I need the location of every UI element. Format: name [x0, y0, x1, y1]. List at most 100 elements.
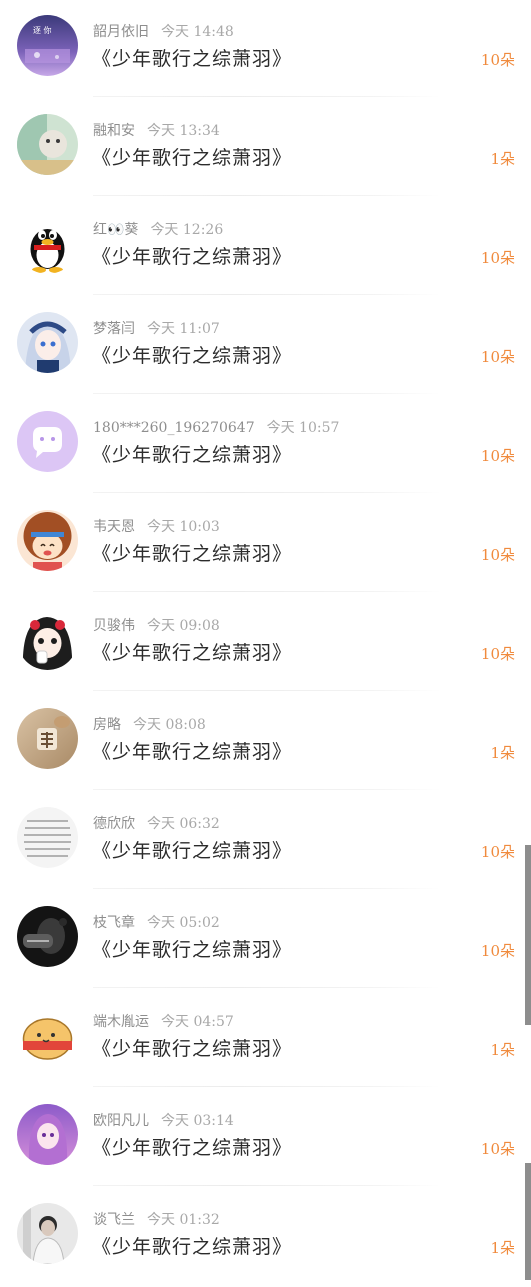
list-item[interactable]: 融和安 今天 13:34 《少年歌行之综萧羽》 1朵 [0, 99, 531, 198]
default-chat-avatar[interactable] [17, 411, 78, 472]
list-item[interactable]: 房略 今天 08:08 《少年歌行之综萧羽》 1朵 [0, 693, 531, 792]
flower-count: 1朵 [490, 744, 515, 762]
book-title[interactable]: 《少年歌行之综萧羽》 [92, 1134, 292, 1162]
list-item[interactable]: 谈飞兰 今天 01:32 《少年歌行之综萧羽》 1朵 [0, 1188, 531, 1287]
flower-count: 1朵 [490, 1239, 515, 1257]
penguin-avatar[interactable] [17, 213, 78, 274]
svg-text:逐 你: 逐 你 [33, 25, 52, 35]
list-item[interactable]: 梦落闫 今天 11:07 《少年歌行之综萧羽》 10朵 [0, 297, 531, 396]
timestamp: 今天 04:57 [161, 1014, 234, 1030]
flower-count: 10朵 [480, 942, 515, 960]
timestamp: 今天 05:02 [147, 915, 220, 931]
book-title[interactable]: 《少年歌行之综萧羽》 [92, 342, 292, 370]
cartoon-girl-avatar[interactable] [17, 510, 78, 571]
book-title[interactable]: 《少年歌行之综萧羽》 [92, 1233, 292, 1261]
flower-count: 10朵 [480, 348, 515, 366]
divider [93, 789, 441, 790]
anime-girl-avatar[interactable] [17, 312, 78, 373]
scrollbar-thumb[interactable] [525, 845, 531, 1025]
book-title[interactable]: 《少年歌行之综萧羽》 [92, 639, 292, 667]
list-item[interactable]: 端木胤运 今天 04:57 《少年歌行之综萧羽》 1朵 [0, 990, 531, 1089]
list-item[interactable]: 德欣欣 今天 06:32 《少年歌行之综萧羽》 10朵 [0, 792, 531, 891]
username[interactable]: 欧阳凡儿 [93, 1113, 149, 1129]
book-title[interactable]: 《少年歌行之综萧羽》 [92, 540, 292, 568]
book-title[interactable]: 《少年歌行之综萧羽》 [92, 1035, 292, 1063]
username[interactable]: 180***260_196270647 [93, 420, 255, 436]
flower-count: 10朵 [480, 51, 515, 69]
book-title[interactable]: 《少年歌行之综萧羽》 [92, 837, 292, 865]
divider [93, 294, 441, 295]
dark-photo-avatar[interactable] [17, 906, 78, 967]
cat-photo-avatar[interactable] [17, 114, 78, 175]
gift-record-list: 逐 你 韶月依旧 今天 14:48 《少年歌行之综萧羽》 10朵 融和安 今天 13… [0, 0, 531, 1280]
username[interactable]: 房略 [93, 717, 121, 733]
item-meta: 贝骏伟 今天 09:08 [93, 616, 220, 636]
book-title[interactable]: 《少年歌行之综萧羽》 [92, 738, 292, 766]
list-item[interactable]: 180***260_196270647 今天 10:57 《少年歌行之综萧羽》 1… [0, 396, 531, 495]
timestamp: 今天 12:26 [150, 222, 224, 238]
flower-count: 10朵 [480, 546, 515, 564]
divider [93, 96, 441, 97]
timestamp: 今天 14:48 [161, 24, 234, 40]
divider [93, 690, 441, 691]
divider [93, 987, 441, 988]
list-item[interactable]: 贝骏伟 今天 09:08 《少年歌行之综萧羽》 10朵 [0, 594, 531, 693]
flower-count: 10朵 [480, 1140, 515, 1158]
timestamp: 今天 08:08 [133, 717, 206, 733]
book-title[interactable]: 《少年歌行之综萧羽》 [92, 936, 292, 964]
anime-purple-avatar[interactable] [17, 1104, 78, 1165]
username[interactable]: 枝飞章 [93, 915, 135, 931]
timestamp: 今天 13:34 [147, 123, 220, 139]
text-image-avatar[interactable] [17, 807, 78, 868]
list-item[interactable]: 韦天恩 今天 10:03 《少年歌行之综萧羽》 10朵 [0, 495, 531, 594]
username[interactable]: 贝骏伟 [93, 618, 135, 634]
book-title[interactable]: 《少年歌行之综萧羽》 [92, 144, 292, 172]
flower-count: 1朵 [490, 150, 515, 168]
username[interactable]: 韦天恩 [93, 519, 135, 535]
book-title[interactable]: 《少年歌行之综萧羽》 [92, 243, 292, 271]
divider [93, 1185, 441, 1186]
cartoon-bun-avatar[interactable] [17, 1005, 78, 1066]
timestamp: 今天 09:08 [147, 618, 220, 634]
item-meta: 德欣欣 今天 06:32 [93, 814, 220, 834]
item-meta: 红👀葵 今天 12:26 [93, 220, 223, 240]
list-item[interactable]: 枝飞章 今天 05:02 《少年歌行之综萧羽》 10朵 [0, 891, 531, 990]
timestamp: 今天 06:32 [147, 816, 220, 832]
username[interactable]: 梦落闫 [93, 321, 135, 337]
photo-avatar[interactable] [17, 708, 78, 769]
book-title[interactable]: 《少年歌行之综萧羽》 [92, 45, 292, 73]
username[interactable]: 融和安 [93, 123, 135, 139]
item-meta: 180***260_196270647 今天 10:57 [93, 418, 339, 438]
item-meta: 梦落闫 今天 11:07 [93, 319, 220, 339]
timestamp: 今天 10:57 [266, 420, 340, 436]
username[interactable]: 韶月依旧 [93, 24, 149, 40]
timestamp: 今天 10:03 [147, 519, 220, 535]
list-item[interactable]: 欧阳凡儿 今天 03:14 《少年歌行之综萧羽》 10朵 [0, 1089, 531, 1188]
timestamp: 今天 11:07 [147, 321, 220, 337]
flower-count: 10朵 [480, 843, 515, 861]
item-meta: 谈飞兰 今天 01:32 [93, 1210, 220, 1230]
flower-count: 10朵 [480, 645, 515, 663]
username[interactable]: 端木胤运 [93, 1014, 149, 1030]
divider [93, 195, 441, 196]
book-title[interactable]: 《少年歌行之综萧羽》 [92, 441, 292, 469]
scrollbar-thumb[interactable] [525, 1163, 531, 1280]
item-meta: 韶月依旧 今天 14:48 [93, 22, 234, 42]
item-meta: 韦天恩 今天 10:03 [93, 517, 220, 537]
timestamp: 今天 03:14 [161, 1113, 234, 1129]
cartoon-kid-avatar[interactable] [17, 609, 78, 670]
divider [93, 393, 441, 394]
username[interactable]: 德欣欣 [93, 816, 135, 832]
timestamp: 今天 01:32 [147, 1212, 220, 1228]
item-meta: 房略 今天 08:08 [93, 715, 206, 735]
list-item[interactable]: 红👀葵 今天 12:26 《少年歌行之综萧羽》 10朵 [0, 198, 531, 297]
divider [93, 492, 441, 493]
item-meta: 欧阳凡儿 今天 03:14 [93, 1111, 234, 1131]
item-meta: 端木胤运 今天 04:57 [93, 1012, 234, 1032]
username[interactable]: 谈飞兰 [93, 1212, 135, 1228]
item-meta: 融和安 今天 13:34 [93, 121, 220, 141]
list-item[interactable]: 逐 你 韶月依旧 今天 14:48 《少年歌行之综萧羽》 10朵 [0, 0, 531, 99]
purple-wallpaper-avatar[interactable]: 逐 你 [17, 15, 78, 76]
username[interactable]: 红👀葵 [93, 222, 138, 238]
portrait-photo-avatar[interactable] [17, 1203, 78, 1264]
